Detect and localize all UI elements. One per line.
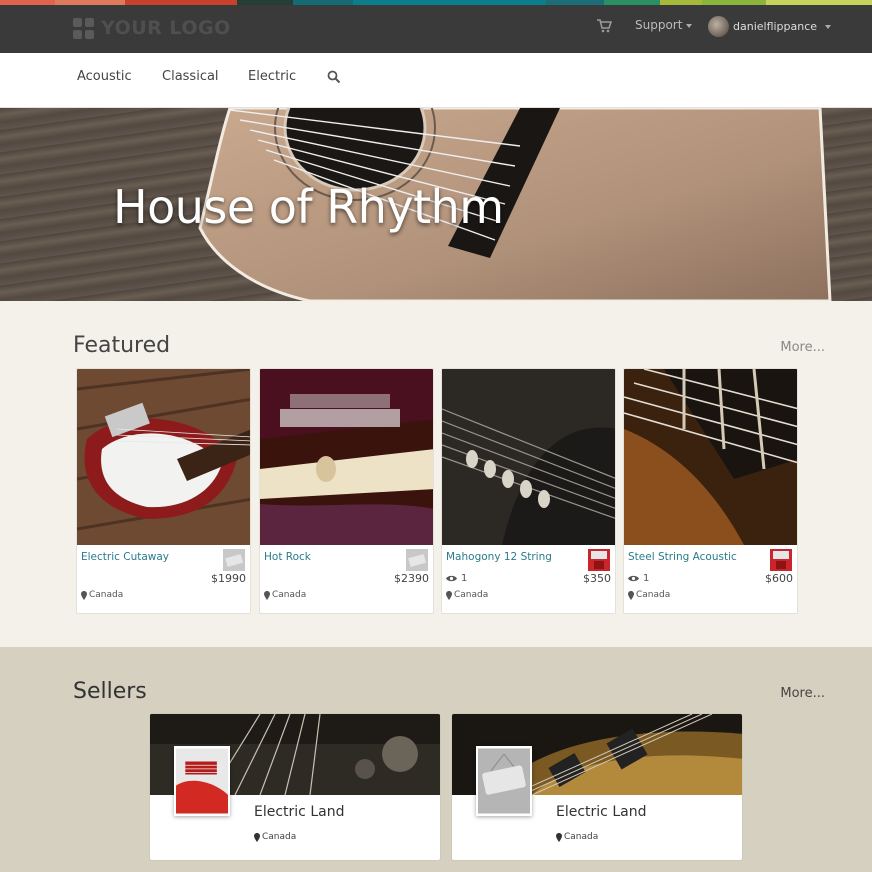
product-name[interactable]: Steel String Acoustic <box>628 551 737 563</box>
map-marker-icon <box>628 590 634 600</box>
product-location: Canada <box>81 590 123 600</box>
product-card[interactable]: Steel String Acoustic 1 $600 Canada <box>623 368 798 614</box>
product-views-count: 1 <box>461 573 468 584</box>
open-sign-thumbnail <box>476 746 532 816</box>
seller-card[interactable]: Electric Land Canada <box>451 713 743 861</box>
product-price: $350 <box>583 572 611 585</box>
seller-location: Canada <box>556 832 598 842</box>
hero-banner: House of Rhythm <box>0 108 872 301</box>
seller-location: Canada <box>254 832 296 842</box>
seller-card[interactable]: Electric Land Canada <box>149 713 441 861</box>
product-image <box>624 369 797 545</box>
cart-icon[interactable] <box>597 19 612 33</box>
avatar <box>708 16 729 37</box>
username: danielflippance <box>733 20 818 33</box>
product-location-label: Canada <box>272 590 307 600</box>
map-marker-icon <box>264 590 270 600</box>
product-price: $1990 <box>211 572 246 585</box>
eye-icon <box>446 575 457 582</box>
sellers-title: Sellers <box>73 679 147 704</box>
map-marker-icon <box>254 832 260 842</box>
logo-icon <box>73 17 94 39</box>
featured-section: Featured More... Electric Cutaway $1990 … <box>0 301 872 647</box>
sellers-more-link[interactable]: More... <box>780 686 825 701</box>
seller-name[interactable]: Electric Land <box>254 804 344 820</box>
search-icon[interactable] <box>327 70 341 84</box>
product-card[interactable]: Mahogony 12 String 1 $350 Canada <box>441 368 616 614</box>
product-name[interactable]: Hot Rock <box>264 551 311 563</box>
category-nav: Acoustic Classical Electric <box>0 53 872 108</box>
sale-tag-icon <box>406 549 428 571</box>
product-location: Canada <box>628 590 670 600</box>
map-marker-icon <box>81 590 87 600</box>
product-name[interactable]: Electric Cutaway <box>81 551 169 563</box>
product-location-label: Canada <box>454 590 489 600</box>
seller-name[interactable]: Electric Land <box>556 804 646 820</box>
product-views-count: 1 <box>643 573 650 584</box>
eye-icon <box>628 575 639 582</box>
logo-text: YOUR LOGO <box>101 17 231 39</box>
top-bar: YOUR LOGO Support danielflippance <box>0 5 872 53</box>
product-card[interactable]: Electric Cutaway $1990 Canada <box>76 368 251 614</box>
map-marker-icon <box>446 590 452 600</box>
featured-more-link[interactable]: More... <box>780 340 825 355</box>
logo[interactable]: YOUR LOGO <box>73 17 231 39</box>
nav-item-classical[interactable]: Classical <box>162 69 219 84</box>
nav-item-acoustic[interactable]: Acoustic <box>77 69 132 84</box>
product-views: 1 <box>446 573 467 584</box>
nav-item-electric[interactable]: Electric <box>248 69 296 84</box>
map-marker-icon <box>556 832 562 842</box>
chevron-down-icon <box>825 24 832 29</box>
product-image <box>260 369 433 545</box>
product-location: Canada <box>264 590 306 600</box>
sellers-section: Sellers More... Electric Land Canada Ele… <box>0 647 872 872</box>
support-label: Support <box>635 18 683 32</box>
product-location: Canada <box>446 590 488 600</box>
product-views: 1 <box>628 573 649 584</box>
product-card[interactable]: Hot Rock $2390 Canada <box>259 368 434 614</box>
support-menu[interactable]: Support <box>635 18 693 32</box>
sale-tag-icon <box>223 549 245 571</box>
product-location-label: Canada <box>89 590 124 600</box>
product-image <box>442 369 615 545</box>
seller-location-label: Canada <box>262 832 297 842</box>
guitar-thumb-icon <box>770 549 792 571</box>
product-location-label: Canada <box>636 590 671 600</box>
user-menu[interactable]: danielflippance <box>708 16 832 37</box>
chevron-down-icon <box>686 23 693 28</box>
guitar-thumb-icon <box>588 549 610 571</box>
featured-title: Featured <box>73 333 171 358</box>
seller-location-label: Canada <box>564 832 599 842</box>
product-name[interactable]: Mahogony 12 String <box>446 551 552 563</box>
product-price: $2390 <box>394 572 429 585</box>
red-guitar-thumbnail <box>174 746 230 816</box>
product-image <box>77 369 250 545</box>
hero-title: House of Rhythm <box>113 180 504 234</box>
product-price: $600 <box>765 572 793 585</box>
